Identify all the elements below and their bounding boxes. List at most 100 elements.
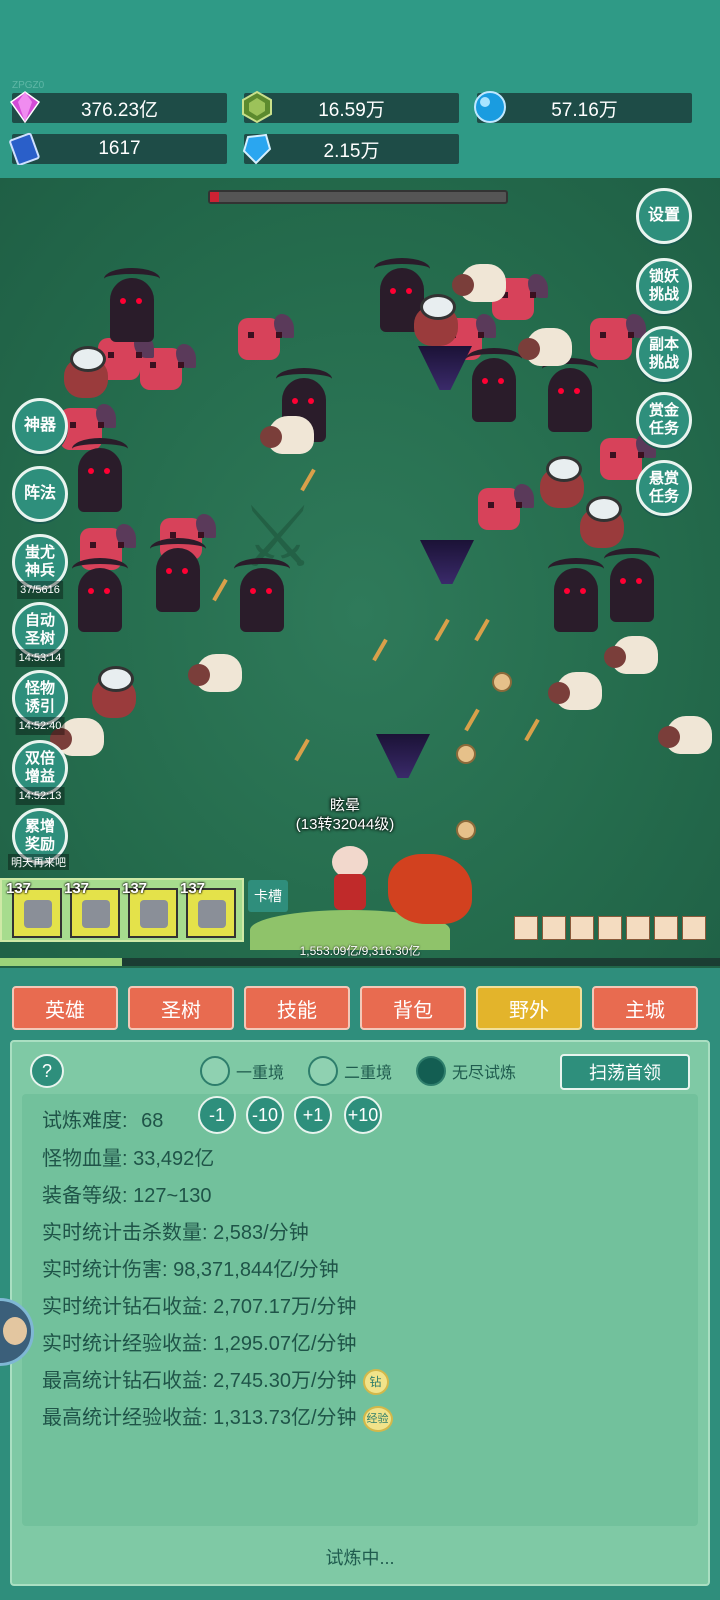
difficulty-value: 68 — [141, 1110, 164, 1132]
mode-radio-first[interactable]: 一重境 — [200, 1056, 284, 1086]
equipment-level: 137 — [122, 880, 148, 897]
radio-dot — [200, 1056, 230, 1086]
flying-sword — [474, 618, 490, 642]
hero-character — [322, 846, 378, 914]
difficulty-minus-10-button[interactable]: -10 — [246, 1096, 284, 1134]
buff-icon — [654, 916, 678, 940]
monster-sheep — [548, 672, 602, 710]
tab-skills[interactable]: 技能 — [244, 986, 350, 1030]
mode-label: 无尽试炼 — [452, 1065, 517, 1082]
equipment-slot-boots[interactable]: 137 — [180, 880, 236, 938]
monster-sheep — [260, 416, 314, 454]
lock-demon-challenge-button[interactable]: 锁妖 挑战 — [636, 258, 692, 314]
resource-green-gem-value: 16.59万 — [318, 99, 385, 121]
kills-per-minute-row: 实时统计击杀数量: 2,583/分钟 — [42, 1222, 309, 1244]
mode-label: 一重境 — [236, 1065, 285, 1082]
tab-hero[interactable]: 英雄 — [12, 986, 118, 1030]
exp-text: 1,553.09亿/9,316.30亿 — [299, 944, 421, 958]
card-slot-button[interactable]: 卡槽 — [248, 880, 288, 912]
difficulty-plus-10-button[interactable]: +10 — [344, 1096, 382, 1134]
equipment-level: 137 — [6, 880, 32, 897]
tab-sacred-tree[interactable]: 圣树 — [128, 986, 234, 1030]
equipment-slot-armor[interactable]: 137 — [122, 880, 178, 938]
resource-diamond-value: 376.23亿 — [80, 99, 159, 121]
tornado-effect — [376, 734, 430, 778]
equipment-slot-helmet[interactable]: 137 — [64, 880, 120, 938]
diamond-badge-icon: 钻 — [362, 1368, 389, 1395]
exp-badge-icon: 经验 — [362, 1405, 393, 1432]
difficulty-plus-1-button[interactable]: +1 — [294, 1096, 332, 1134]
tab-main-city[interactable]: 主城 — [592, 986, 698, 1030]
monster-imp — [478, 484, 534, 530]
max-diamond-income-text: 最高统计钻石收益: 2,745.30万/分钟 — [42, 1370, 357, 1392]
monster-ghost — [150, 538, 206, 612]
sweep-boss-button[interactable]: 扫荡首领 — [560, 1054, 690, 1090]
sacred-tree — [388, 854, 472, 924]
crystal-icon — [242, 133, 272, 165]
auto-tree-button[interactable]: 自动 圣树 14:53:14 — [12, 602, 68, 667]
equipment-slot-sword[interactable]: 137 — [6, 880, 62, 938]
bounty-gold-task-button[interactable]: 赏金 任务 — [636, 392, 692, 448]
flying-sword — [372, 638, 388, 662]
difficulty-row: 试炼难度: 68 — [42, 1104, 163, 1133]
equipment-bar: 137 137 137 137 — [0, 878, 244, 942]
resource-blue-orb-value: 57.16万 — [551, 99, 618, 121]
monster-ghost — [72, 438, 128, 512]
double-buff-button[interactable]: 双倍 增益 14:52:13 — [12, 740, 68, 805]
trial-status: 试炼中... — [325, 1548, 395, 1568]
monster-mole — [580, 496, 624, 548]
book-icon — [9, 132, 40, 165]
sword-icon — [24, 900, 52, 928]
hero-level: (13转32044级) — [295, 816, 395, 833]
coin-drop — [492, 672, 512, 692]
artifact-button[interactable]: 神器 — [12, 398, 68, 454]
accumulate-reward-label: 累增 奖励 — [24, 818, 55, 853]
chiyou-progress: 37/5616 — [17, 581, 63, 599]
come-back-tomorrow-text: 明天再来吧 — [8, 854, 69, 870]
green-gem-icon — [242, 90, 272, 124]
monster-ghost — [542, 358, 598, 432]
help-button[interactable]: ? — [30, 1054, 64, 1088]
monster-mole — [540, 456, 584, 508]
chiyou-weapon-button[interactable]: 蚩尤 神兵 37/5616 — [12, 534, 68, 599]
monster-sheep — [604, 636, 658, 674]
monster-sheep — [188, 654, 242, 692]
diamond-icon — [9, 91, 41, 124]
mode-radio-endless[interactable]: 无尽试炼 — [416, 1056, 516, 1086]
resource-book: 1617 — [9, 132, 227, 165]
monster-lure-button[interactable]: 怪物 诱引 14:52:40 — [12, 670, 68, 735]
formation-button[interactable]: 阵法 — [12, 466, 68, 522]
radio-dot — [416, 1056, 446, 1086]
resource-header: ZPGZ0 376.23亿 16.59万 57.16万 1617 2.15万 — [0, 0, 720, 178]
buff-icon — [598, 916, 622, 940]
mode-label: 二重境 — [344, 1065, 393, 1082]
double-buff-timer: 14:52:13 — [15, 787, 65, 805]
flying-sword — [294, 738, 310, 762]
mode-radio-second[interactable]: 二重境 — [308, 1056, 392, 1086]
difficulty-minus-1-button[interactable]: -1 — [198, 1096, 236, 1134]
tab-backpack[interactable]: 背包 — [360, 986, 466, 1030]
settings-button[interactable]: 设置 — [636, 188, 692, 244]
double-buff-label: 双倍 增益 — [24, 750, 55, 785]
tab-wild[interactable]: 野外 — [476, 986, 582, 1030]
bounty-reward-task-button[interactable]: 悬赏 任务 — [636, 460, 692, 516]
flying-sword — [524, 718, 540, 742]
monster-mole — [414, 294, 458, 346]
monster-mole — [64, 346, 108, 398]
dungeon-challenge-button[interactable]: 副本 挑战 — [636, 326, 692, 382]
auto-tree-label: 自动 圣树 — [24, 612, 55, 647]
monster-imp — [238, 314, 294, 360]
coin-drop — [456, 744, 476, 764]
buff-icon — [514, 916, 538, 940]
equipment-level: 137 — [64, 880, 90, 897]
flying-sword — [434, 618, 450, 642]
resource-book-value: 1617 — [98, 138, 141, 159]
battle-field[interactable]: ⚔ 设置 锁妖 挑战 副本 挑战 赏金 任务 悬赏 任务 神器 阵法 蚩尤 神兵… — [0, 178, 720, 968]
tornado-effect — [420, 540, 474, 584]
monster-ghost — [104, 268, 160, 342]
monster-ghost — [72, 558, 128, 632]
auto-tree-timer: 14:53:14 — [15, 649, 65, 667]
exp-income-row: 实时统计经验收益: 1,295.07亿/分钟 — [42, 1333, 357, 1355]
hero-label: 眩晕 (13转32044级) — [290, 796, 400, 834]
diamond-income-row: 实时统计钻石收益: 2,707.17万/分钟 — [42, 1296, 357, 1318]
